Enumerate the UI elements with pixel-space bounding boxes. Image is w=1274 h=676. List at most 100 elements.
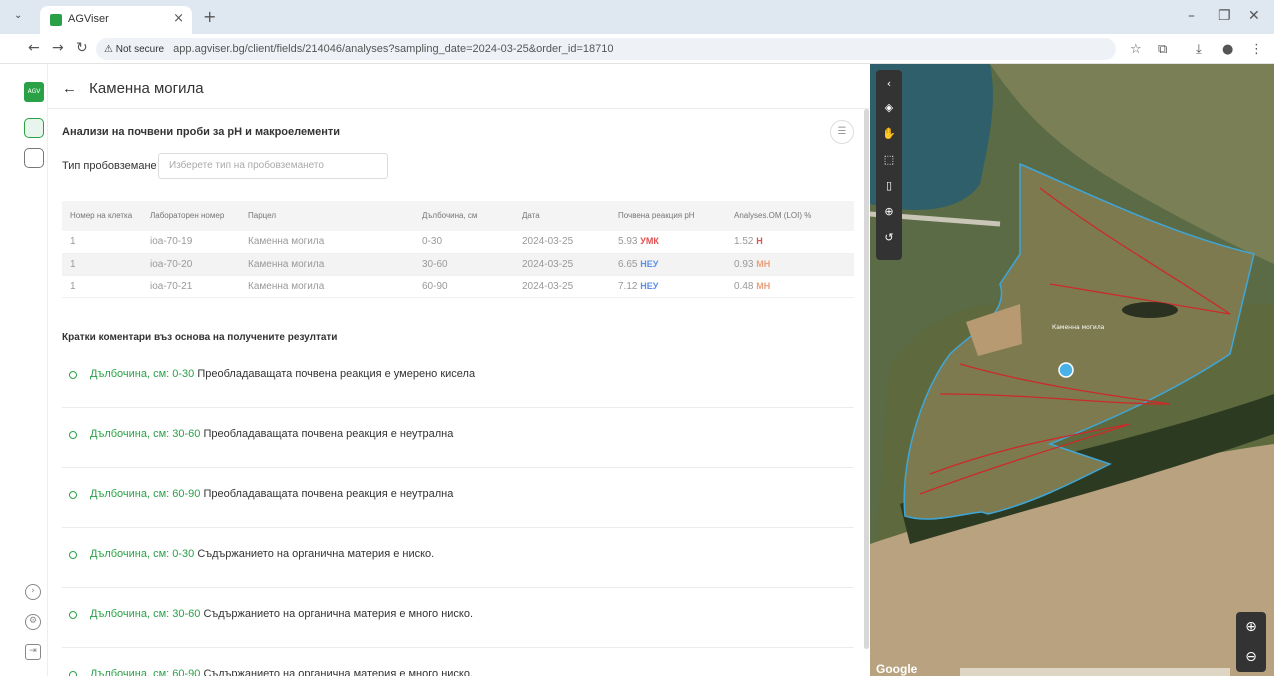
comment-item: Дълбочина, см: 30-60 Съдържанието на орг… <box>62 588 854 648</box>
tab-search-button[interactable]: ⌄ <box>14 10 32 26</box>
field-name: Каменна могила <box>89 80 204 97</box>
analyses-table: Номер на клетка Лабораторен номер Парцел… <box>62 201 854 298</box>
cell-number: 1 <box>62 275 142 298</box>
new-tab-button[interactable]: + <box>203 7 216 26</box>
minimize-icon[interactable]: – <box>1188 8 1195 24</box>
close-window-icon[interactable]: ✕ <box>1248 8 1260 24</box>
depth: 60-90 <box>414 275 514 298</box>
select-area-icon[interactable]: ⬚ <box>881 152 897 168</box>
sample-point-marker[interactable] <box>1058 362 1074 378</box>
col-depth[interactable]: Дълбочина, см <box>414 201 514 231</box>
comment-depth: Дълбочина, см: 0-30 <box>90 368 195 380</box>
map-attribution[interactable] <box>960 668 1230 676</box>
comment-depth: Дълбочина, см: 30-60 <box>90 428 201 440</box>
url-input[interactable]: ⚠ Not secure app.agviser.bg/client/field… <box>96 38 1116 60</box>
add-point-icon[interactable]: ⊕ <box>881 204 897 220</box>
header-divider <box>48 108 870 109</box>
sampling-type-select[interactable]: Изберете тип на пробовземането <box>158 153 388 179</box>
tab-title: AGViser <box>68 13 109 25</box>
map-field-label: Каменна могила <box>1052 324 1105 331</box>
extensions-icon[interactable]: ⧉ <box>1158 42 1167 57</box>
depth: 0-30 <box>414 231 514 254</box>
ruler-icon[interactable]: ▯ <box>881 178 897 194</box>
pan-hand-icon[interactable]: ✋ <box>881 126 897 142</box>
comment-item: Дълбочина, см: 0-30 Съдържанието на орга… <box>62 528 854 588</box>
address-bar-row: ← → ↻ ⚠ Not secure app.agviser.bg/client… <box>0 34 1274 64</box>
comment-depth: Дълбочина, см: 30-60 <box>90 608 201 620</box>
parcel-name: Каменна могила <box>240 231 414 254</box>
reports-nav-icon[interactable] <box>24 148 44 168</box>
agviser-logo-icon[interactable]: AGV <box>24 82 44 102</box>
table-row[interactable]: 1 ioa-70-21 Каменна могила 60-90 2024-03… <box>62 275 854 298</box>
satellite-map[interactable]: Каменна могила ‹ ◈ ✋ ⬚ ▯ ⊕ ↺ ⊕ ⊖ Google <box>870 64 1274 676</box>
tab-close-icon[interactable]: × <box>173 11 184 26</box>
google-logo: Google <box>876 662 918 676</box>
comment-text: Съдържанието на органична материя е мног… <box>203 608 474 620</box>
bookmark-star-icon[interactable]: ☆ <box>1130 42 1142 57</box>
table-header-row: Номер на клетка Лабораторен номер Парцел… <box>62 201 854 231</box>
lab-number: ioa-70-19 <box>142 231 240 254</box>
url-text: app.agviser.bg/client/fields/214046/anal… <box>173 43 614 55</box>
analyses-section-title: Анализи на почвени проби за pH и макроел… <box>62 126 340 138</box>
browser-tab[interactable]: AGViser × <box>40 6 192 34</box>
om-value: 1.52 Н <box>726 231 854 254</box>
table-row[interactable]: 1 ioa-70-19 Каменна могила 0-30 2024-03-… <box>62 231 854 254</box>
download-icon[interactable]: ⤓ <box>1196 42 1202 57</box>
bullet-icon <box>69 491 77 499</box>
col-date[interactable]: Дата <box>514 201 610 231</box>
comment-depth: Дълбочина, см: 60-90 <box>90 488 201 500</box>
bullet-icon <box>69 611 77 619</box>
ph-value: 5.93 УМК <box>610 231 726 254</box>
om-value: 0.48 МН <box>726 275 854 298</box>
layers-icon[interactable]: ◈ <box>881 100 897 116</box>
date: 2024-03-25 <box>514 253 610 276</box>
list-view-icon[interactable]: ☰ <box>830 120 854 144</box>
comment-item: Дълбочина, см: 30-60 Преобладаващата поч… <box>62 408 854 468</box>
sampling-type-label: Тип пробовземане <box>62 160 157 172</box>
bullet-icon <box>69 551 77 559</box>
forward-icon[interactable]: → <box>52 40 64 56</box>
comment-text: Преобладаващата почвена реакция е умерен… <box>197 368 476 380</box>
om-tag: Н <box>756 236 763 247</box>
tree-patch <box>1122 302 1178 318</box>
cell-number: 1 <box>62 253 142 276</box>
content-scrollbar[interactable] <box>864 109 869 649</box>
logout-icon[interactable]: ⇥ <box>25 644 41 660</box>
comment-text: Съдържанието на органична материя е мног… <box>203 668 474 676</box>
reload-icon[interactable]: ↻ <box>76 40 88 56</box>
lab-number: ioa-70-21 <box>142 275 240 298</box>
map-toolbar: ‹ ◈ ✋ ⬚ ▯ ⊕ ↺ <box>876 70 902 260</box>
zoom-control: ⊕ ⊖ <box>1236 612 1266 672</box>
map-imagery <box>870 64 1274 676</box>
col-parcel[interactable]: Парцел <box>240 201 414 231</box>
agviser-favicon-icon <box>50 14 62 26</box>
col-om[interactable]: Analyses.OM (LOI) % <box>726 201 854 231</box>
ph-tag: УМК <box>640 236 659 247</box>
restore-icon[interactable]: ❐ <box>1218 8 1231 24</box>
table-row[interactable]: 1 ioa-70-20 Каменна могила 30-60 2024-03… <box>62 253 854 276</box>
main-content: ← Каменна могила Анализи на почвени проб… <box>48 64 870 676</box>
zoom-in-icon[interactable]: ⊕ <box>1236 612 1266 642</box>
back-icon[interactable]: ← <box>28 40 40 56</box>
zoom-out-icon[interactable]: ⊖ <box>1236 642 1266 672</box>
not-secure-badge[interactable]: ⚠ Not secure <box>104 44 164 55</box>
ph-tag: НЕУ <box>640 258 659 269</box>
col-ph[interactable]: Почвена реакция pH <box>610 201 726 231</box>
om-tag: МН <box>756 280 771 291</box>
col-lab-number[interactable]: Лабораторен номер <box>142 201 240 231</box>
collapse-icon[interactable]: ‹ <box>881 76 897 92</box>
profile-avatar-icon[interactable]: ● <box>1222 42 1233 57</box>
bullet-icon <box>69 431 77 439</box>
fields-nav-icon[interactable] <box>24 118 44 138</box>
comment-text: Преобладаващата почвена реакция е неутра… <box>203 488 454 500</box>
om-value: 0.93 МН <box>726 253 854 276</box>
ph-tag: НЕУ <box>640 280 659 291</box>
parcel-name: Каменна могила <box>240 275 414 298</box>
reset-view-icon[interactable]: ↺ <box>881 230 897 246</box>
browser-menu-icon[interactable]: ⋮ <box>1250 42 1263 57</box>
col-cell-number[interactable]: Номер на клетка <box>62 201 142 231</box>
lab-number: ioa-70-20 <box>142 253 240 276</box>
expand-sidebar-icon[interactable]: › <box>25 584 41 600</box>
back-arrow-icon[interactable]: ← <box>62 80 77 97</box>
settings-gear-icon[interactable]: ⚙ <box>25 614 41 630</box>
